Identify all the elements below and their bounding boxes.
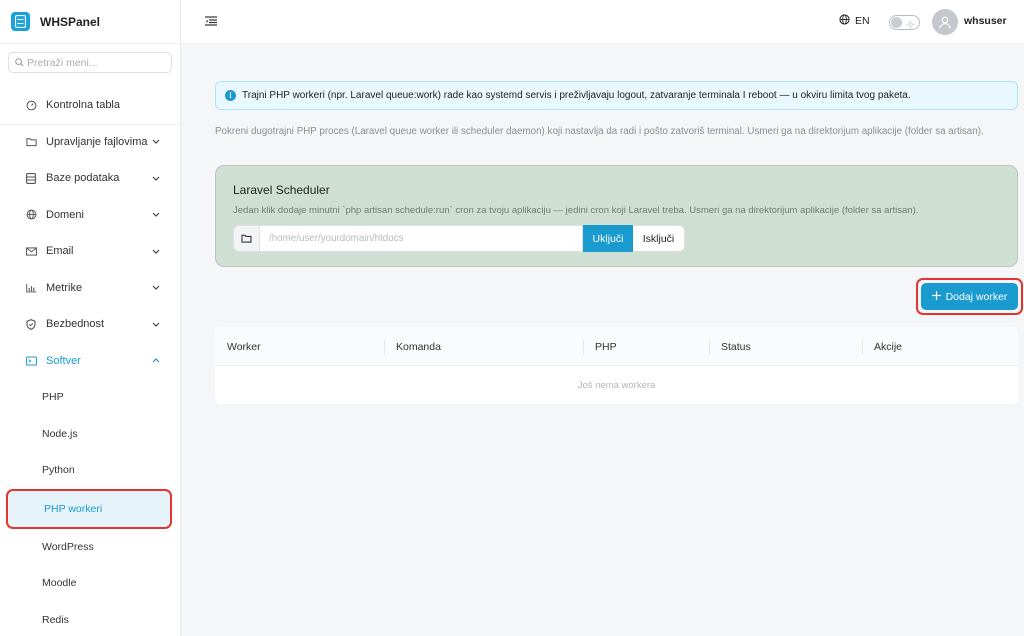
shield-icon bbox=[25, 318, 37, 330]
sun-icon bbox=[906, 18, 915, 32]
sidebar-item-domains[interactable]: Domeni bbox=[0, 197, 180, 234]
username[interactable]: whsuser bbox=[964, 15, 1007, 27]
workers-table: Worker Komanda PHP Status Akcije Još nem… bbox=[215, 327, 1018, 404]
table-header: Worker Komanda PHP Status Akcije bbox=[215, 327, 1018, 366]
chevron-down-icon bbox=[151, 247, 160, 256]
sidebar-item-label: Email bbox=[46, 245, 74, 258]
avatar[interactable] bbox=[932, 9, 958, 35]
sidebar-subitem-nodejs[interactable]: Node.js bbox=[0, 416, 180, 453]
mail-icon bbox=[25, 245, 37, 257]
database-icon bbox=[25, 172, 37, 184]
sidebar-item-email[interactable]: Email bbox=[0, 233, 180, 270]
collapse-menu-icon[interactable] bbox=[205, 15, 219, 29]
chevron-down-icon bbox=[151, 320, 160, 329]
chevron-down-icon bbox=[151, 210, 160, 219]
sidebar-subitem-php[interactable]: PHP bbox=[0, 379, 180, 416]
scheduler-controls: Uključi Isključi bbox=[233, 225, 685, 252]
sidebar-item-label: Metrike bbox=[46, 281, 83, 294]
laravel-scheduler-card: Laravel Scheduler Jedan klik dodaje minu… bbox=[215, 165, 1018, 267]
chevron-down-icon bbox=[151, 283, 160, 292]
sidebar-subitem-moodle[interactable]: Moodle bbox=[0, 565, 180, 602]
folder-picker-button[interactable] bbox=[233, 225, 260, 252]
column-header-command: Komanda bbox=[384, 327, 441, 366]
app-path-input[interactable] bbox=[260, 225, 583, 252]
main-content: i Trajni PHP workeri (npr. Laravel queue… bbox=[181, 45, 1024, 636]
chevron-down-icon bbox=[151, 174, 160, 183]
info-text: Trajni PHP workeri (npr. Laravel queue:w… bbox=[242, 90, 911, 101]
add-worker-highlight: Dodaj worker bbox=[916, 278, 1023, 315]
sidebar-item-metrics[interactable]: Metrike bbox=[0, 270, 180, 307]
sidebar-subitem-php-workers[interactable]: PHP workeri bbox=[6, 488, 172, 529]
scheduler-description: Jedan klik dodaje minutni `php artisan s… bbox=[233, 205, 919, 216]
folder-icon bbox=[241, 234, 252, 243]
dashboard-icon bbox=[25, 99, 37, 111]
column-header-worker: Worker bbox=[227, 340, 261, 353]
sidebar-item-databases[interactable]: Baze podataka bbox=[0, 160, 180, 197]
server-logo-icon bbox=[11, 12, 30, 31]
scheduler-title: Laravel Scheduler bbox=[233, 183, 330, 197]
folder-icon bbox=[25, 136, 37, 148]
column-header-actions: Akcije bbox=[862, 327, 902, 366]
language-label: EN bbox=[855, 15, 870, 27]
add-worker-label: Dodaj worker bbox=[945, 290, 1008, 303]
sidebar-subitem-wordpress[interactable]: WordPress bbox=[0, 529, 180, 566]
brand-name: WHSPanel bbox=[40, 14, 101, 29]
sidebar-item-dashboard[interactable]: Kontrolna tabla bbox=[0, 87, 180, 124]
brand[interactable]: WHSPanel bbox=[0, 0, 180, 44]
chevron-down-icon bbox=[151, 137, 160, 146]
sidebar-item-security[interactable]: Bezbednost bbox=[0, 306, 180, 343]
sidebar-nav: Kontrolna tabla Upravljanje fajlovima Ba… bbox=[0, 87, 180, 636]
terminal-icon bbox=[25, 355, 37, 367]
chart-icon bbox=[25, 282, 37, 294]
sidebar-subitem-redis[interactable]: Redis bbox=[0, 602, 180, 636]
theme-toggle[interactable] bbox=[889, 15, 920, 30]
sidebar-item-label: Bezbednost bbox=[46, 318, 105, 331]
sidebar-item-label: Domeni bbox=[46, 208, 84, 221]
chevron-up-icon bbox=[151, 356, 160, 365]
sidebar-item-software[interactable]: Softver bbox=[0, 343, 180, 380]
plus-icon bbox=[931, 290, 941, 303]
sidebar-item-label: Kontrolna tabla bbox=[46, 99, 120, 112]
menu-search[interactable] bbox=[8, 52, 172, 73]
table-empty-state: Još nema workera bbox=[577, 379, 656, 391]
disable-scheduler-button[interactable]: Isključi bbox=[633, 225, 685, 252]
search-input[interactable] bbox=[27, 56, 167, 69]
globe-icon bbox=[839, 14, 850, 28]
sidebar-item-label: Softver bbox=[46, 354, 81, 367]
add-worker-button[interactable]: Dodaj worker bbox=[921, 283, 1018, 310]
sidebar-item-files[interactable]: Upravljanje fajlovima bbox=[0, 124, 180, 161]
enable-scheduler-button[interactable]: Uključi bbox=[583, 225, 633, 252]
sidebar: WHSPanel Kontrolna tabla Upravljanje faj… bbox=[0, 0, 181, 636]
column-header-status: Status bbox=[709, 327, 751, 366]
language-switcher[interactable]: EN bbox=[839, 14, 870, 28]
page-description: Pokreni dugotrajni PHP proces (Laravel q… bbox=[215, 126, 984, 137]
column-header-php: PHP bbox=[583, 327, 617, 366]
sidebar-item-label: Baze podataka bbox=[46, 172, 120, 185]
sidebar-subitem-python[interactable]: Python bbox=[0, 452, 180, 489]
sidebar-item-label: Upravljanje fajlovima bbox=[46, 135, 148, 148]
search-icon bbox=[15, 56, 24, 70]
toggle-knob bbox=[891, 17, 902, 28]
info-icon: i bbox=[225, 90, 236, 101]
topbar: EN whsuser bbox=[181, 0, 1024, 44]
globe-icon bbox=[25, 209, 37, 221]
info-banner: i Trajni PHP workeri (npr. Laravel queue… bbox=[215, 81, 1018, 110]
